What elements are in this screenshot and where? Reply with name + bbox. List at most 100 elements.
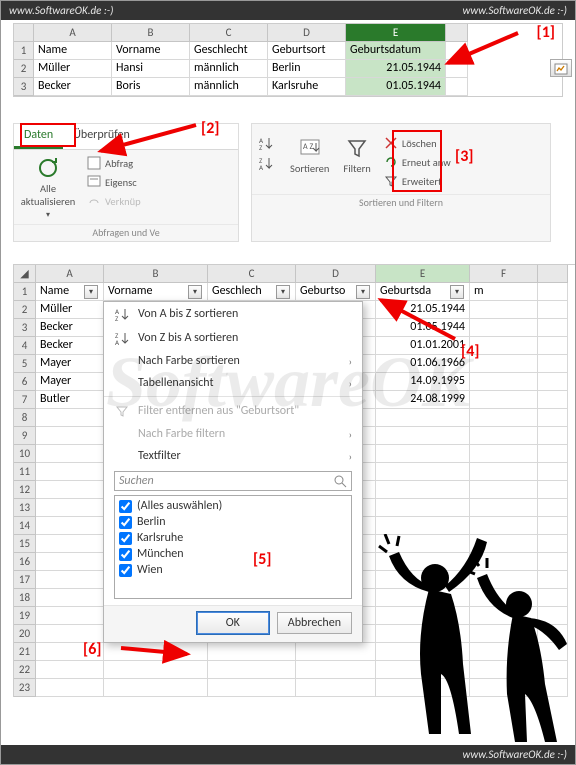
cell[interactable]: [446, 78, 468, 96]
row-10[interactable]: 10: [14, 445, 36, 463]
cell[interactable]: [470, 445, 538, 463]
cell[interactable]: Mayer: [36, 355, 104, 373]
properties-item[interactable]: Eigensc: [84, 173, 143, 191]
cell[interactable]: [208, 661, 296, 679]
cell[interactable]: [538, 373, 568, 391]
row-7[interactable]: 7: [14, 391, 36, 409]
row-4[interactable]: 4: [14, 337, 36, 355]
row-1[interactable]: 1: [14, 42, 34, 60]
ok-button[interactable]: OK: [197, 612, 269, 634]
cell[interactable]: 14.09.1995: [376, 373, 470, 391]
cell[interactable]: Geburtsort: [268, 42, 346, 60]
cell[interactable]: [470, 427, 538, 445]
cell[interactable]: [36, 427, 104, 445]
cell[interactable]: Butler: [36, 391, 104, 409]
cell[interactable]: [470, 409, 538, 427]
cell[interactable]: Boris: [112, 78, 190, 96]
row-2[interactable]: 2: [14, 301, 36, 319]
filter-dropdown-geschlecht[interactable]: ▾: [276, 285, 290, 299]
cell[interactable]: [376, 427, 470, 445]
sort-za-button[interactable]: ZA: [256, 154, 276, 172]
cell[interactable]: [538, 283, 568, 301]
cell[interactable]: Karlsruhe: [268, 78, 346, 96]
cell[interactable]: [36, 589, 104, 607]
cell[interactable]: 21.05.1944: [346, 60, 446, 78]
cell[interactable]: [36, 535, 104, 553]
col-E[interactable]: E: [376, 265, 470, 283]
advanced-item[interactable]: Erweitert: [381, 172, 453, 190]
col-C[interactable]: C: [190, 24, 268, 42]
cell[interactable]: [538, 319, 568, 337]
row-22[interactable]: 22: [14, 661, 36, 679]
filter-check-item[interactable]: München: [119, 546, 347, 562]
cell[interactable]: Geschlecht: [190, 42, 268, 60]
cell[interactable]: 01.06.1966: [376, 355, 470, 373]
clear-item[interactable]: Löschen: [381, 134, 453, 152]
cell[interactable]: männlich: [190, 60, 268, 78]
cell[interactable]: [36, 499, 104, 517]
cell[interactable]: [538, 481, 568, 499]
row-21[interactable]: 21: [14, 643, 36, 661]
cell-header[interactable]: Geschlech▾: [208, 283, 296, 301]
cell[interactable]: [538, 301, 568, 319]
row-18[interactable]: 18: [14, 589, 36, 607]
cell[interactable]: [36, 481, 104, 499]
cell[interactable]: [470, 373, 538, 391]
cell[interactable]: [296, 661, 376, 679]
cell[interactable]: Becker: [34, 78, 112, 96]
col-A[interactable]: A: [36, 265, 104, 283]
cell-header[interactable]: m: [470, 283, 538, 301]
filter-check-item[interactable]: Wien: [119, 562, 347, 578]
filter-dropdown-name[interactable]: ▾: [84, 285, 98, 299]
cell[interactable]: [538, 427, 568, 445]
row-14[interactable]: 14: [14, 517, 36, 535]
cell[interactable]: [376, 463, 470, 481]
cell[interactable]: [36, 409, 104, 427]
filter-check-all[interactable]: (Alles auswählen): [119, 498, 347, 514]
cell[interactable]: [36, 607, 104, 625]
cell[interactable]: [36, 571, 104, 589]
text-filter-item[interactable]: Textfilter›: [104, 445, 362, 467]
cell[interactable]: Mayer: [36, 373, 104, 391]
row-3[interactable]: 3: [14, 78, 34, 96]
cell[interactable]: [538, 337, 568, 355]
cell[interactable]: [538, 463, 568, 481]
table-view-item[interactable]: Tabellenansicht›: [104, 372, 362, 394]
filter-check-item[interactable]: Berlin: [119, 514, 347, 530]
cell[interactable]: [36, 463, 104, 481]
cell[interactable]: [470, 319, 538, 337]
cell[interactable]: Vorname: [112, 42, 190, 60]
cell[interactable]: [470, 301, 538, 319]
cell[interactable]: Müller: [34, 60, 112, 78]
cell[interactable]: [538, 499, 568, 517]
row-13[interactable]: 13: [14, 499, 36, 517]
cell[interactable]: [470, 517, 538, 535]
cell[interactable]: [296, 643, 376, 661]
filter-dropdown-vorname[interactable]: ▾: [188, 285, 202, 299]
col-C[interactable]: C: [208, 265, 296, 283]
col-F[interactable]: F: [470, 265, 538, 283]
links-item[interactable]: Verknüp: [84, 192, 143, 210]
cell[interactable]: [470, 499, 538, 517]
cell[interactable]: [208, 643, 296, 661]
row-2[interactable]: 2: [14, 60, 34, 78]
row-11[interactable]: 11: [14, 463, 36, 481]
cell[interactable]: [538, 409, 568, 427]
reapply-item[interactable]: Erneut anw: [381, 153, 453, 171]
row-23[interactable]: 23: [14, 679, 36, 697]
cell[interactable]: [36, 445, 104, 463]
sort-za-item[interactable]: ZA Von Z bis A sortieren: [104, 326, 362, 350]
row-20[interactable]: 20: [14, 625, 36, 643]
cancel-button[interactable]: Abbrechen: [277, 612, 352, 634]
cell[interactable]: [376, 481, 470, 499]
cell[interactable]: Geburtsdatum: [346, 42, 446, 60]
row-1[interactable]: 1: [14, 283, 36, 301]
cell[interactable]: [470, 391, 538, 409]
cell[interactable]: Müller: [36, 301, 104, 319]
tab-daten[interactable]: Daten: [14, 124, 63, 149]
cell[interactable]: [208, 679, 296, 697]
row-3[interactable]: 3: [14, 319, 36, 337]
cell[interactable]: 01.05.1944: [346, 78, 446, 96]
row-8[interactable]: 8: [14, 409, 36, 427]
cell[interactable]: 24.08.1999: [376, 391, 470, 409]
